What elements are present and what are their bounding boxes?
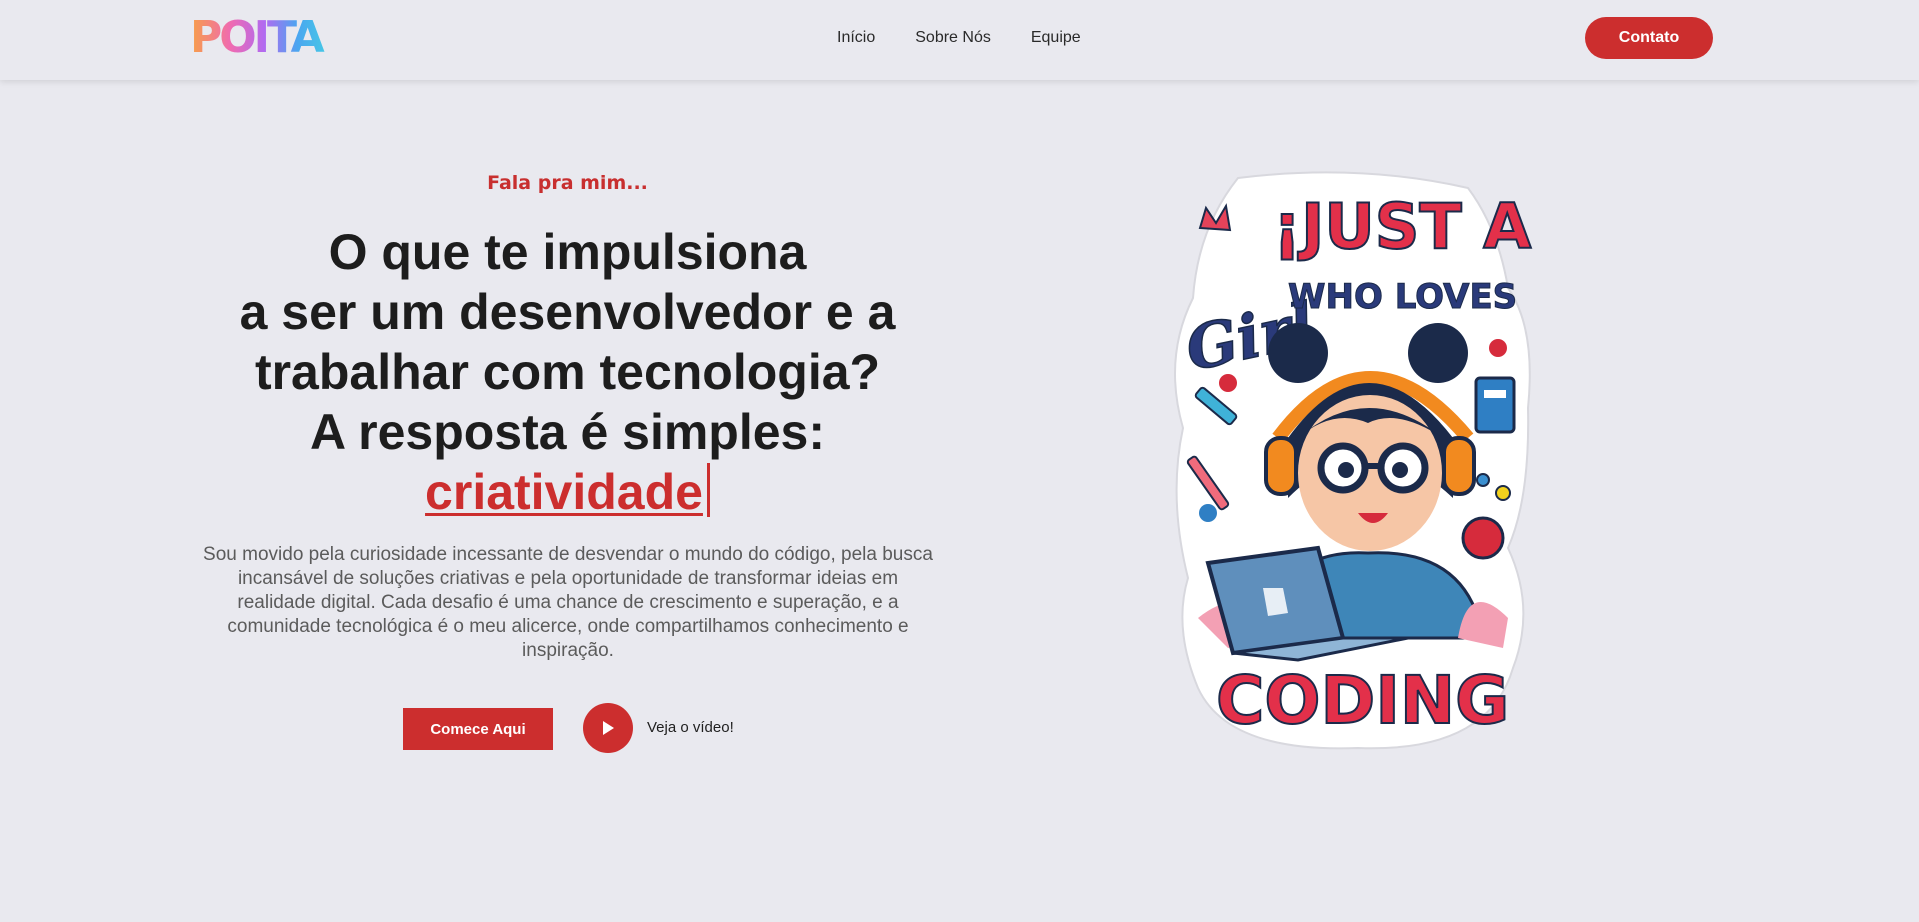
illustration-line-just-a: ¡JUST A (1273, 190, 1531, 263)
video-label[interactable]: Veja o vídeo! (647, 719, 734, 736)
logo-mark: POITA (190, 12, 328, 63)
nav-link-inicio[interactable]: Início (837, 28, 875, 48)
typed-highlight-word: criatividade (425, 464, 703, 520)
logo[interactable]: POITA (190, 12, 332, 63)
start-here-button[interactable]: Comece Aqui (403, 708, 553, 750)
nav-link-sobre-nos[interactable]: Sobre Nós (915, 28, 991, 48)
hero-description: Sou movido pela curiosidade incessante d… (203, 544, 933, 661)
headline-line-5: criatividade (190, 462, 945, 522)
logo-text: POITA (190, 14, 325, 58)
play-video-button[interactable] (583, 703, 633, 753)
typing-caret (706, 463, 710, 517)
nav-link-equipe[interactable]: Equipe (1031, 28, 1081, 48)
headline-line-4: A resposta é simples: (309, 404, 825, 460)
illustration-line-who-loves: WHO LOVES (1288, 277, 1517, 317)
headline-line-1: O que te impulsiona (328, 224, 807, 280)
illustration-line-coding: CODING (1216, 662, 1509, 739)
contact-button[interactable]: Contato (1585, 17, 1713, 59)
coding-girl-illustration: ¡JUST A Girl WHO LOVES CODING (1174, 171, 1532, 750)
site-header: POITA Início Sobre Nós Equipe Contato (0, 0, 1919, 80)
headline-line-2: a ser um desenvolvedor e a (239, 284, 896, 340)
hero-eyebrow: Fala pra mim... (487, 172, 648, 194)
hero-headline: O que te impulsiona a ser um desenvolved… (190, 222, 945, 522)
play-icon (603, 721, 614, 735)
headline-line-3: trabalhar com tecnologia? (254, 344, 881, 400)
main-nav: Início Sobre Nós Equipe (837, 28, 1081, 48)
